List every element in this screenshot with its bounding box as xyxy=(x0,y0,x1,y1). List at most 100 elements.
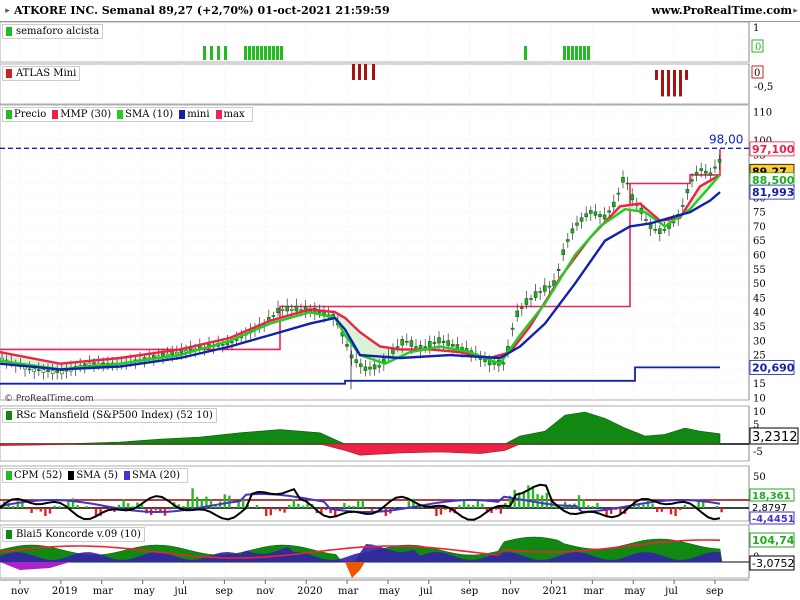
cpm-bar xyxy=(499,508,502,514)
y-tick-label: 45 xyxy=(753,293,766,304)
cpm-bar xyxy=(361,500,364,508)
candle-body xyxy=(680,205,685,207)
legend-price[interactable]: Precio MMP (30) SMA (10) mini max xyxy=(2,107,253,122)
y-tick-label: 10 xyxy=(753,407,766,418)
candle-body xyxy=(276,307,280,314)
candle-body xyxy=(437,337,441,344)
cpm-bar xyxy=(531,486,535,508)
x-tick-label: sep xyxy=(706,586,723,597)
y-tick-label: -0,5 xyxy=(754,82,773,93)
x-tick-label: sep xyxy=(461,586,478,597)
cpm-bar xyxy=(545,492,548,508)
legend-semaforo[interactable]: semaforo alcista xyxy=(2,24,104,39)
candle-body xyxy=(446,340,451,346)
cpm-bar xyxy=(301,505,305,508)
legend-item-sma: SMA (10) xyxy=(117,108,173,121)
candle-body xyxy=(170,351,174,356)
x-tick-label: may xyxy=(379,586,400,597)
cpm-bar xyxy=(12,505,15,508)
candle-body xyxy=(621,177,625,183)
candle-body xyxy=(409,340,414,347)
semaforo-green-bar xyxy=(260,46,263,60)
candle-body xyxy=(354,359,359,363)
legend-koncorde[interactable]: Blai5 Koncorde v.09 (10) xyxy=(2,527,145,542)
candle-body xyxy=(271,315,276,317)
y-tick-label: 35 xyxy=(753,322,766,333)
candle-body xyxy=(519,307,524,309)
chart-canvas: 100-0,5110100959085807570656055504540353… xyxy=(0,21,800,597)
cpm-bar xyxy=(53,505,56,508)
cpm-bar xyxy=(30,508,33,514)
close-icon[interactable]: ▸ xyxy=(789,5,800,17)
semaforo-green-bar xyxy=(248,46,251,60)
cpm-bar xyxy=(637,505,640,508)
cpm-bar xyxy=(656,508,659,513)
pin-icon[interactable]: ▸ xyxy=(1,5,14,17)
cpm-bar xyxy=(393,507,397,508)
candle-body xyxy=(690,179,694,182)
x-tick-label: nov xyxy=(256,586,274,597)
candle-body xyxy=(101,362,105,365)
cpm-bar xyxy=(71,498,75,508)
price-value-label: 97,100 xyxy=(752,143,795,156)
y-tick-label: -5 xyxy=(753,447,763,458)
candle-body xyxy=(598,214,602,217)
x-tick-label: jul xyxy=(419,586,433,597)
candle-body xyxy=(657,228,662,234)
cpm-bar xyxy=(48,508,52,514)
semaforo-green-bar xyxy=(276,46,279,60)
candle-body xyxy=(616,192,621,195)
semaforo-green-bar xyxy=(579,46,582,60)
cpm-bar xyxy=(536,494,539,508)
y-tick-label: 1 xyxy=(753,23,759,34)
cpm-bar xyxy=(191,488,194,508)
y-tick-label: 40 xyxy=(753,308,766,319)
candle-body xyxy=(55,370,60,373)
x-tick-label: mar xyxy=(93,586,113,597)
legend-rsc[interactable]: RSc Mansfield (S&P500 Index) (52 10) xyxy=(2,408,217,423)
cpm-bar xyxy=(274,508,277,510)
cpm-bar xyxy=(669,508,673,515)
candle-body xyxy=(547,285,552,288)
cpm-bar xyxy=(481,503,484,508)
candle-body xyxy=(184,350,188,353)
cpm-bar xyxy=(90,508,93,509)
cpm-bar xyxy=(421,507,424,508)
semaforo-green-bar xyxy=(575,46,578,60)
y-tick-label: 55 xyxy=(753,265,766,276)
cpm-bar xyxy=(642,504,645,508)
candle-body xyxy=(607,210,612,213)
legend-atlas[interactable]: ATLAS Mini xyxy=(2,66,81,81)
cpm-bar xyxy=(35,508,38,510)
cpm-bar xyxy=(260,508,263,509)
x-tick-label: 2020 xyxy=(297,586,322,597)
candle-body xyxy=(561,249,566,256)
y-tick-label: 70 xyxy=(753,222,766,233)
candle-body xyxy=(542,285,547,292)
candle-body xyxy=(644,219,648,221)
cpm-bar xyxy=(715,506,719,508)
x-tick-label: sep xyxy=(215,586,232,597)
copyright: © ProRealTime.com xyxy=(4,394,94,404)
candle-body xyxy=(524,298,529,305)
candle-body xyxy=(41,369,46,373)
candle-body xyxy=(317,311,322,314)
legend-label: RSc Mansfield (S&P500 Index) (52 10) xyxy=(16,410,213,421)
candle-body xyxy=(427,341,432,348)
candle-body xyxy=(529,298,533,300)
candle-body xyxy=(32,368,37,372)
legend-cpm[interactable]: CPM (52) SMA (5) SMA (20) xyxy=(2,468,189,483)
y-tick-label: 50 xyxy=(753,279,766,290)
value-label: 0 xyxy=(755,42,761,53)
candle-body xyxy=(533,291,538,298)
candle-body xyxy=(717,158,722,163)
site-url[interactable]: www.ProRealTime.com xyxy=(652,0,793,22)
cpm-bar xyxy=(104,508,107,510)
candle-body xyxy=(345,343,349,347)
cpm-bar xyxy=(582,499,585,508)
candle-body xyxy=(50,370,55,374)
koncorde-value-label: 104,74 xyxy=(752,534,795,547)
candle-body xyxy=(455,344,460,350)
candle-body xyxy=(285,305,290,312)
candle-body xyxy=(36,369,41,371)
